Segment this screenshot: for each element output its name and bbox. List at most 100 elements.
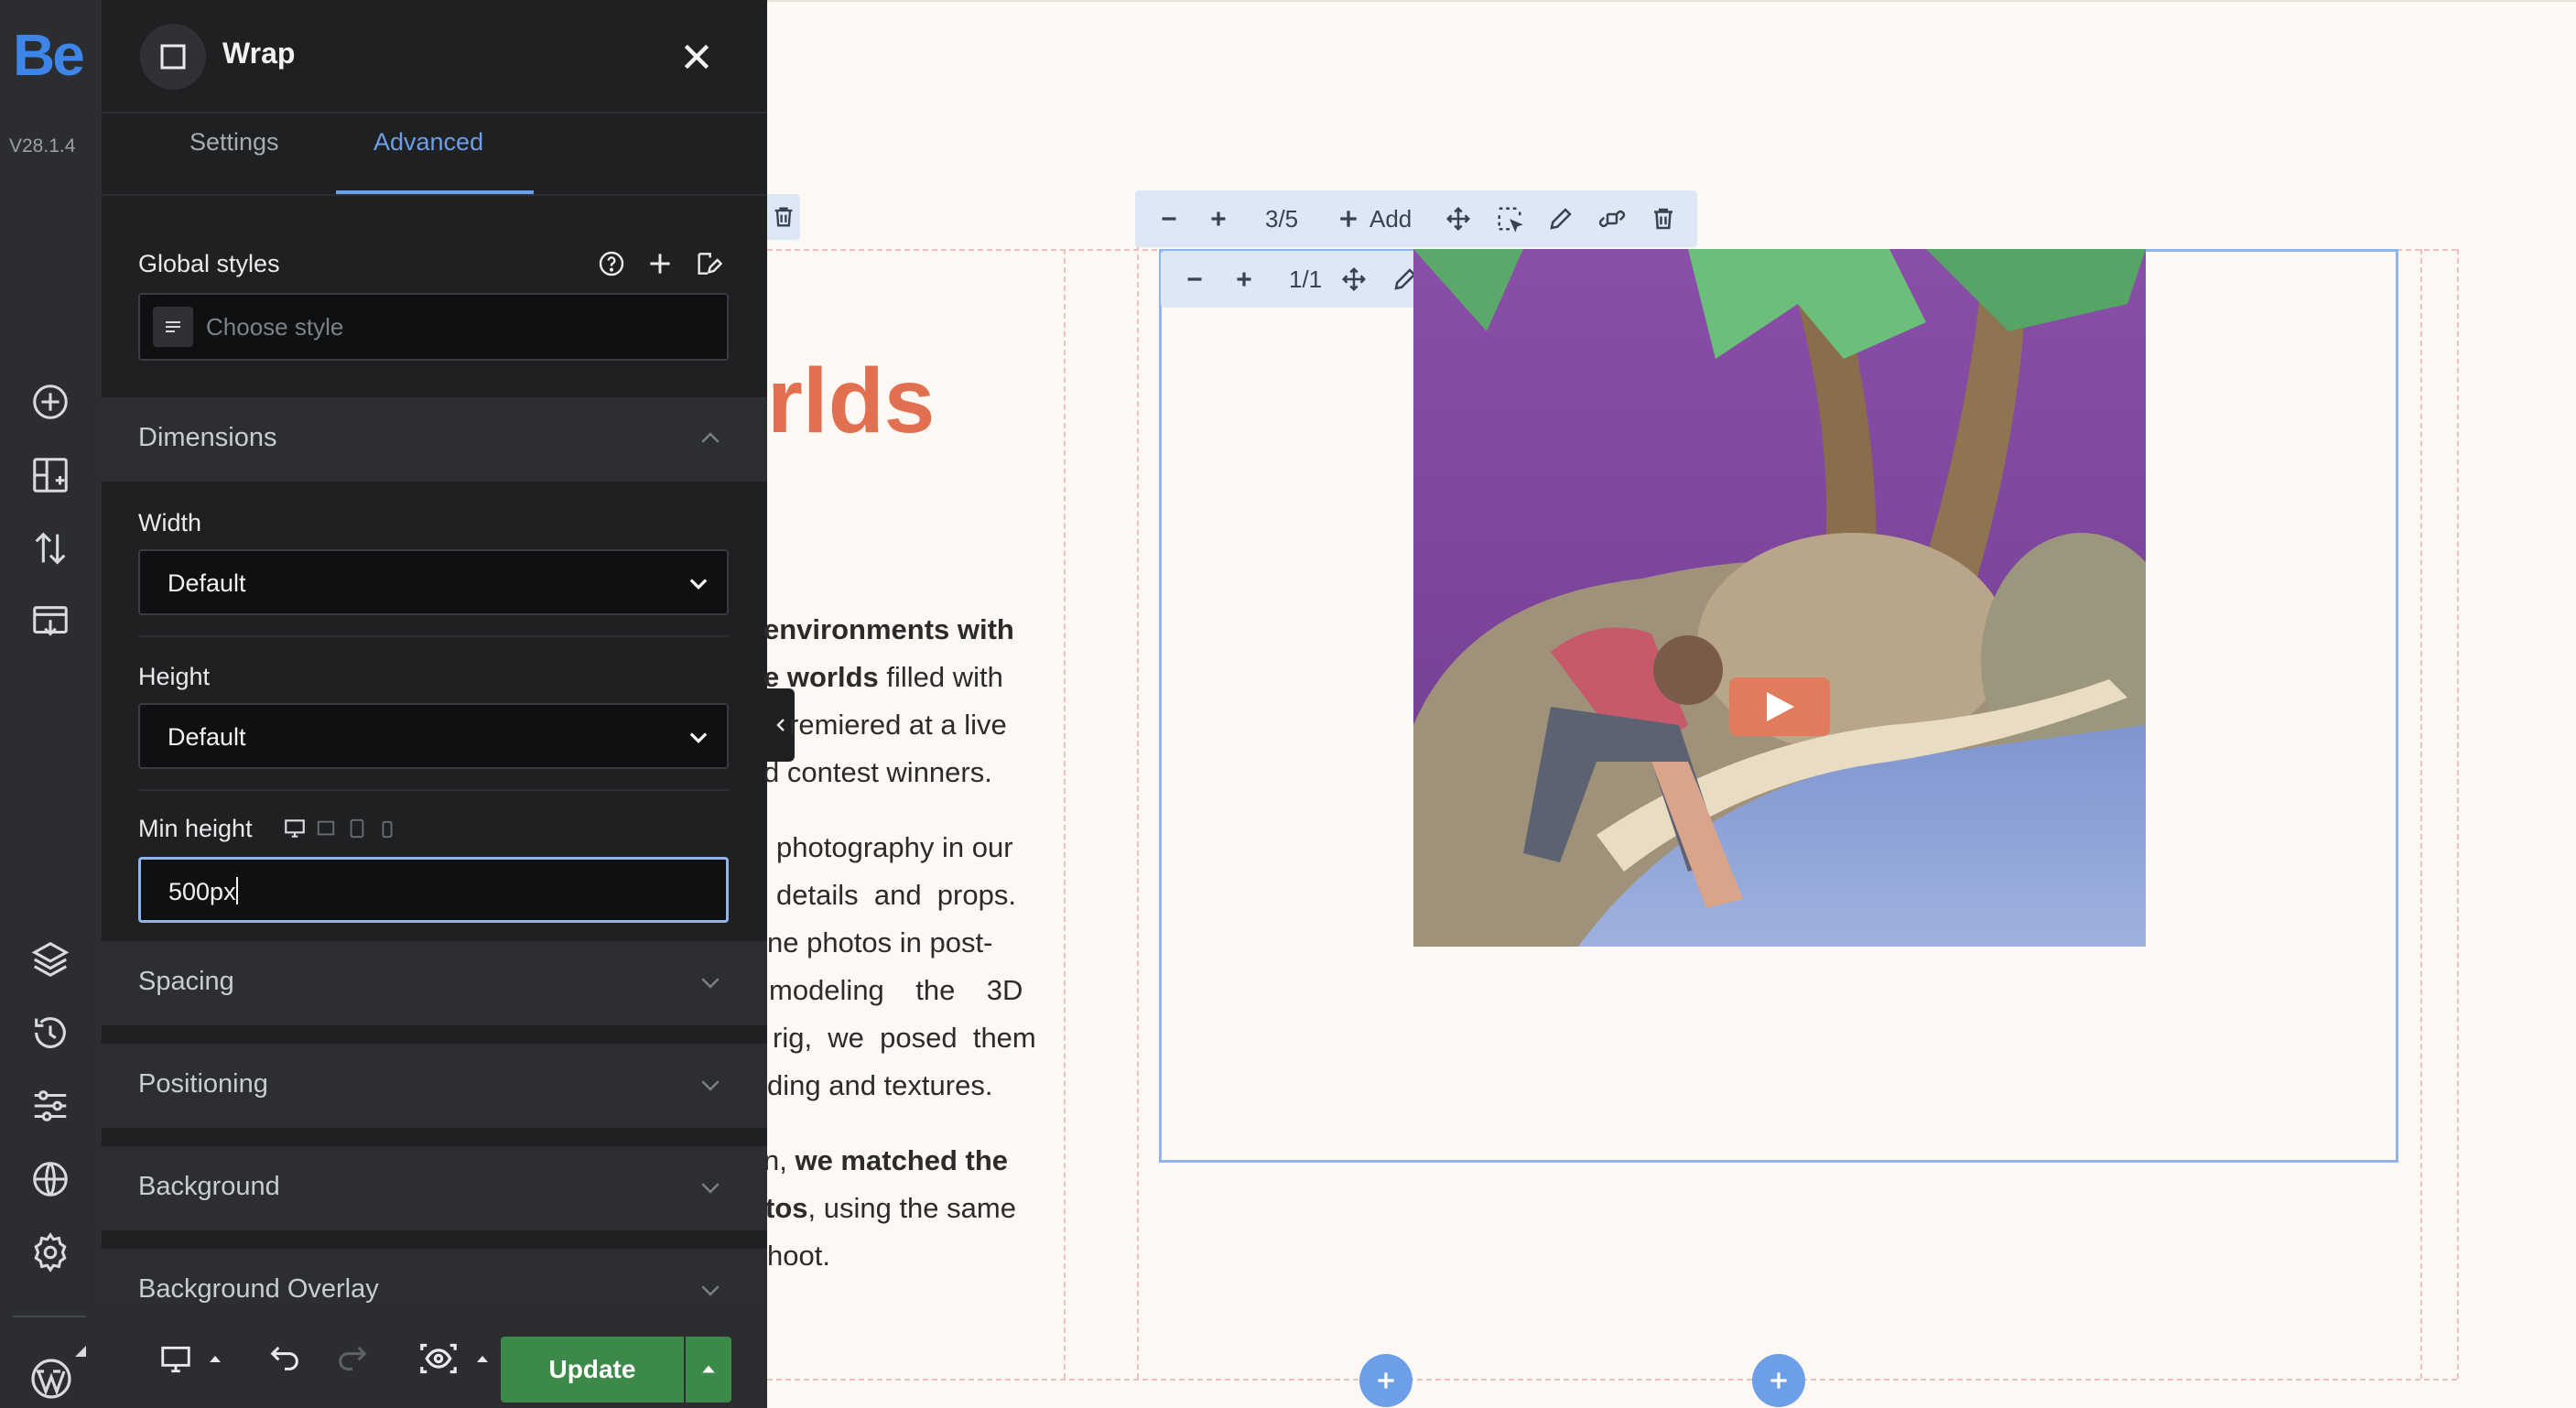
play-button[interactable] <box>1729 677 1830 736</box>
add-button-label[interactable]: Add <box>1369 205 1412 233</box>
wrap-size-counter: 3/5 <box>1265 205 1299 233</box>
wrap-icon <box>140 24 206 90</box>
section-toolbar <box>767 194 800 240</box>
background-overlay-section-header[interactable]: Background Overlay <box>102 1249 767 1304</box>
mobile-icon[interactable] <box>381 820 394 839</box>
paragraph-bold-text: e worlds <box>763 661 879 693</box>
select-icon[interactable] <box>1496 205 1523 233</box>
tab-settings[interactable]: Settings <box>189 128 279 157</box>
paragraph-line: ding and textures. <box>767 1069 993 1101</box>
chevron-down-icon <box>686 570 711 596</box>
min-height-input[interactable]: 500px <box>138 857 729 923</box>
width-select[interactable]: Default <box>138 549 729 615</box>
move-icon[interactable] <box>1445 205 1472 233</box>
settings-panel: Wrap Settings Advanced Global styles Cho… <box>102 0 767 1408</box>
paragraph-line: hoot. <box>767 1240 830 1272</box>
desktop-icon[interactable] <box>283 817 307 840</box>
width-label: Width <box>138 509 202 536</box>
spacing-section-header[interactable]: Spacing <box>102 941 767 1025</box>
chevron-down-icon <box>697 969 724 996</box>
global-style-select[interactable]: Choose style <box>138 293 729 361</box>
update-options-button[interactable] <box>686 1337 731 1403</box>
dimensions-section-header[interactable]: Dimensions <box>102 397 767 482</box>
update-button[interactable]: Update <box>501 1337 684 1403</box>
help-icon[interactable] <box>597 249 626 278</box>
tabs-divider <box>102 194 767 196</box>
history-icon[interactable] <box>29 1012 71 1054</box>
preview-button[interactable] <box>407 1331 508 1386</box>
chevron-down-icon <box>697 1276 724 1304</box>
paragraph-line: d contest winners. <box>763 756 992 788</box>
tab-advanced[interactable]: Advanced <box>373 128 483 157</box>
positioning-section-header[interactable]: Positioning <box>102 1044 767 1128</box>
globe-icon[interactable] <box>29 1158 71 1200</box>
video-thumbnail[interactable] <box>1413 249 2146 947</box>
wrap-toolbar: 3/5 Add <box>1135 190 1697 247</box>
add-style-icon[interactable] <box>645 249 675 278</box>
paragraph-text: n, <box>763 1144 796 1176</box>
redo-icon[interactable] <box>334 1338 371 1375</box>
add-section-icon[interactable] <box>29 454 71 496</box>
paragraph-text: , using the same <box>807 1192 1016 1224</box>
update-label: Update <box>548 1355 636 1383</box>
global-styles-label: Global styles <box>138 250 280 277</box>
background-label: Background <box>138 1172 280 1201</box>
laptop-icon[interactable] <box>316 818 336 839</box>
paragraph-line: rig, we posed them <box>773 1022 1036 1054</box>
paragraph-line: n, we matched the <box>763 1144 1008 1177</box>
edit-style-icon[interactable] <box>693 249 722 278</box>
style-list-icon <box>153 307 193 347</box>
field-divider <box>138 635 729 637</box>
device-preview-button[interactable] <box>142 1331 243 1386</box>
min-height-value: 500px <box>168 878 236 905</box>
minus-icon[interactable] <box>1155 205 1183 233</box>
height-select[interactable]: Default <box>138 703 729 769</box>
gear-icon[interactable] <box>29 1231 71 1273</box>
wrap-outline-left <box>1064 249 1066 1379</box>
wordpress-icon[interactable] <box>29 1357 73 1401</box>
dimensions-label: Dimensions <box>138 423 277 452</box>
paragraph-line: photography in our <box>776 831 1013 863</box>
global-style-placeholder: Choose style <box>206 313 344 341</box>
plus-icon[interactable] <box>1230 265 1258 293</box>
background-overlay-label: Background Overlay <box>138 1274 379 1304</box>
wrap-outline-mid <box>1137 200 1139 1379</box>
item-size-counter: 1/1 <box>1289 265 1323 293</box>
section-outline-right <box>2457 249 2459 1379</box>
tablet-icon[interactable] <box>349 818 365 839</box>
height-value: Default <box>168 723 246 751</box>
add-icon[interactable] <box>1335 205 1362 233</box>
minus-icon[interactable] <box>1181 265 1208 293</box>
paragraph-bold-text: we matched the <box>795 1144 1009 1176</box>
background-section-header[interactable]: Background <box>102 1146 767 1230</box>
close-icon[interactable] <box>678 38 715 75</box>
duplicate-icon[interactable] <box>1598 205 1626 233</box>
trash-icon[interactable] <box>1650 205 1677 233</box>
min-height-label: Min height <box>138 815 253 842</box>
height-label: Height <box>138 663 211 690</box>
wordpress-menu-caret-icon[interactable] <box>75 1346 86 1357</box>
paragraph-bold-text: tos <box>765 1192 808 1224</box>
panel-header: Wrap <box>102 0 767 114</box>
layers-icon[interactable] <box>29 938 71 980</box>
add-item-button[interactable] <box>1752 1354 1805 1407</box>
section-outline-bottom <box>767 1379 2457 1381</box>
paragraph-line: environments with <box>763 613 1014 645</box>
panel-title: Wrap <box>222 37 296 70</box>
sort-icon[interactable] <box>29 527 71 569</box>
plus-icon[interactable] <box>1205 205 1232 233</box>
canvas-top-border <box>767 0 2576 2</box>
templates-icon[interactable] <box>29 601 71 643</box>
undo-icon[interactable] <box>266 1338 303 1375</box>
sliders-icon[interactable] <box>29 1085 71 1127</box>
page-heading: rlds <box>767 350 936 452</box>
panel-footer: Update <box>102 1304 767 1408</box>
paragraph-line: e worlds filled with <box>763 661 1003 694</box>
spacing-label: Spacing <box>138 967 234 996</box>
pencil-icon[interactable] <box>1547 205 1575 233</box>
paragraph-line: tos, using the same <box>765 1192 1016 1225</box>
add-item-button[interactable] <box>1359 1354 1412 1407</box>
add-element-icon[interactable] <box>29 381 71 423</box>
move-icon[interactable] <box>1340 265 1368 293</box>
width-value: Default <box>168 569 246 597</box>
